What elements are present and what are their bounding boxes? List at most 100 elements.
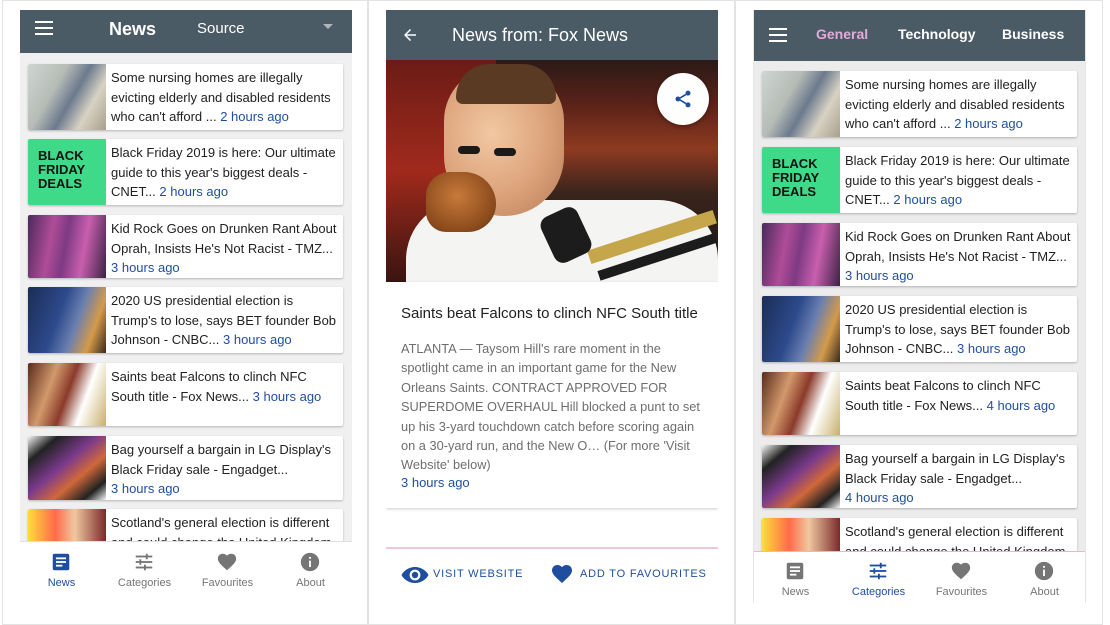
app-bar: General Technology Business (754, 10, 1085, 61)
article-body: ATLANTA — Taysom Hill's rare moment in t… (401, 341, 700, 473)
news-time: 3 hours ago (845, 268, 914, 283)
news-card[interactable]: Some nursing homes are illegally evictin… (28, 64, 343, 130)
nav-about[interactable]: About (269, 542, 352, 594)
news-thumbnail: BLACK FRIDAY DEALS (762, 147, 840, 213)
tab-general[interactable]: General (816, 26, 868, 42)
app-bar: News Source (20, 10, 352, 53)
chevron-down-icon[interactable] (323, 24, 333, 29)
heart-icon (552, 565, 572, 583)
news-thumbnail (28, 64, 106, 130)
news-card[interactable]: BLACK FRIDAY DEALS Black Friday 2019 is … (762, 147, 1077, 213)
tune-icon (869, 562, 887, 580)
nav-label: Favourites (935, 586, 988, 598)
article-icon (786, 562, 804, 580)
add-to-favourites-button[interactable]: ADD TO FAVOURITES (549, 562, 714, 588)
news-thumbnail (28, 287, 106, 353)
article-time: 3 hours ago (401, 475, 470, 490)
news-time: 3 hours ago (223, 332, 292, 347)
news-card[interactable]: 2020 US presidential election is Trump's… (28, 287, 343, 353)
news-thumbnail (762, 445, 840, 508)
news-time: 3 hours ago (111, 481, 180, 496)
news-title: Bag yourself a bargain in LG Display's B… (111, 442, 331, 477)
nav-favourites[interactable]: Favourites (186, 542, 269, 594)
eye-icon (401, 567, 429, 583)
news-time: 2 hours ago (954, 116, 1023, 131)
info-icon (1034, 561, 1054, 581)
news-time: 2 hours ago (220, 109, 289, 124)
news-time: 4 hours ago (845, 490, 914, 505)
nav-label: Categories (851, 586, 906, 598)
add-to-favourites-label: ADD TO FAVOURITES (580, 568, 707, 580)
nav-favourites[interactable]: Favourites (920, 552, 1003, 603)
news-card[interactable]: 2020 US presidential election is Trump's… (762, 296, 1077, 362)
news-thumbnail (28, 436, 106, 500)
nav-label: Favourites (201, 577, 254, 589)
tab-technology[interactable]: Technology (898, 26, 976, 42)
back-arrow-icon[interactable] (401, 26, 419, 44)
news-list[interactable]: Some nursing homes are illegally evictin… (20, 53, 352, 573)
screen-article-detail: News from: Fox News Saints beat Falcons … (368, 0, 735, 625)
news-title: Kid Rock Goes on Drunken Rant About Opra… (845, 229, 1071, 264)
info-icon (300, 552, 320, 572)
phone-frame: News Source Some nursing homes are illeg… (20, 10, 352, 594)
article-title: Saints beat Falcons to clinch NFC South … (401, 305, 698, 322)
visit-website-button[interactable]: VISIT WEBSITE (401, 562, 526, 588)
heart-icon (217, 553, 237, 571)
nav-label: About (1030, 586, 1059, 598)
screen-categories: General Technology Business Some nursing… (735, 0, 1103, 625)
news-card[interactable]: Bag yourself a bargain in LG Display's B… (762, 445, 1077, 508)
news-title: Kid Rock Goes on Drunken Rant About Opra… (111, 221, 337, 256)
news-time: 2 hours ago (159, 184, 229, 199)
news-thumbnail (762, 223, 840, 286)
nav-categories[interactable]: Categories (837, 552, 920, 603)
app-title: News (109, 19, 157, 39)
news-thumbnail (762, 372, 840, 435)
news-list[interactable]: Some nursing homes are illegally evictin… (754, 61, 1085, 582)
news-time: 3 hours ago (252, 388, 322, 404)
article-icon (52, 553, 70, 571)
news-title: Bag yourself a bargain in LG Display's B… (845, 451, 1065, 486)
news-thumbnail (762, 71, 840, 137)
nav-news[interactable]: News (754, 552, 837, 603)
nav-label: About (296, 577, 325, 589)
source-dropdown[interactable]: Source (197, 20, 245, 37)
thumbnail-caption: BLACK FRIDAY DEALS (772, 156, 820, 199)
screen-title: News from: Fox News (452, 25, 629, 45)
action-bar: VISIT WEBSITE ADD TO FAVOURITES (386, 547, 718, 601)
visit-website-label: VISIT WEBSITE (433, 568, 524, 580)
share-icon (675, 90, 691, 108)
news-card[interactable]: BLACK FRIDAY DEALS Black Friday 2019 is … (28, 139, 343, 205)
news-thumbnail (28, 363, 106, 426)
news-time: 3 hours ago (111, 260, 180, 275)
news-thumbnail: BLACK FRIDAY DEALS (28, 139, 106, 205)
nav-about[interactable]: About (1003, 552, 1085, 603)
nav-categories[interactable]: Categories (103, 542, 186, 594)
nav-label: News (781, 586, 810, 598)
news-card[interactable]: Kid Rock Goes on Drunken Rant About Opra… (28, 215, 343, 278)
nav-label: Categories (117, 577, 172, 589)
bottom-navigation: News Categories Favourites About (754, 551, 1085, 603)
news-thumbnail (762, 296, 840, 362)
tune-icon (135, 553, 153, 571)
bottom-navigation: News Categories Favourites About (20, 541, 352, 594)
tab-business[interactable]: Business (1002, 26, 1064, 42)
news-card[interactable]: Bag yourself a bargain in LG Display's B… (28, 436, 343, 500)
phone-frame: General Technology Business Some nursing… (753, 10, 1086, 603)
news-card[interactable]: Saints beat Falcons to clinch NFC South … (28, 363, 343, 426)
news-time: 4 hours ago (986, 397, 1056, 413)
share-button[interactable] (657, 73, 709, 125)
news-time: 2 hours ago (893, 192, 963, 207)
menu-icon[interactable] (35, 21, 53, 35)
news-time: 3 hours ago (957, 341, 1026, 356)
nav-news[interactable]: News (20, 542, 103, 594)
news-thumbnail (28, 215, 106, 278)
news-card[interactable]: Some nursing homes are illegally evictin… (762, 71, 1077, 137)
nav-label: News (47, 577, 76, 589)
menu-icon[interactable] (769, 28, 787, 42)
thumbnail-caption: BLACK FRIDAY DEALS (38, 148, 86, 191)
news-card[interactable]: Saints beat Falcons to clinch NFC South … (762, 372, 1077, 435)
article-card: Saints beat Falcons to clinch NFC South … (386, 282, 718, 508)
news-card[interactable]: Kid Rock Goes on Drunken Rant About Opra… (762, 223, 1077, 286)
app-bar: News from: Fox News (386, 10, 718, 60)
phone-frame: News from: Fox News Saints beat Falcons … (386, 10, 718, 601)
